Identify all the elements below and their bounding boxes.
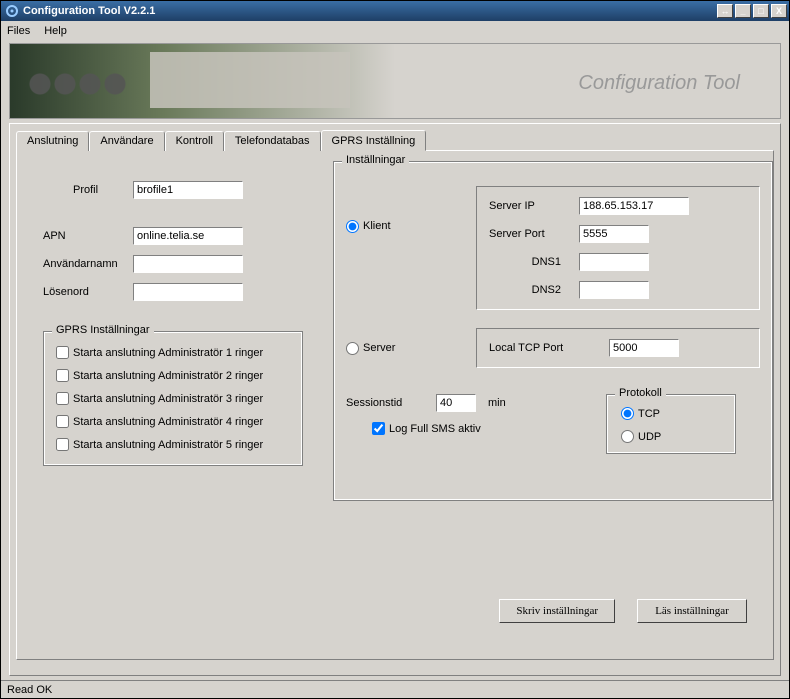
server-ip-label: Server IP <box>489 200 579 212</box>
server-label: Server <box>363 342 395 354</box>
profil-label: Profil <box>73 184 133 196</box>
dns1-input[interactable] <box>579 253 649 271</box>
session-label: Sessionstid <box>346 397 436 409</box>
menubar: Files Help <box>1 21 789 41</box>
gprs-group-title: GPRS Inställningar <box>52 324 154 336</box>
username-label: Användarnamn <box>43 258 133 270</box>
settings-title: Inställningar <box>342 154 409 166</box>
tcp-label: TCP <box>638 408 660 420</box>
dns2-label: DNS2 <box>489 284 579 296</box>
local-port-input[interactable] <box>609 339 679 357</box>
server-box: Server IP Server Port DNS1 DNS2 <box>476 186 760 310</box>
apn-input[interactable] <box>133 227 243 245</box>
admin1-label: Starta anslutning Administratör 1 ringer <box>73 347 263 359</box>
banner-title: Configuration Tool <box>578 72 740 95</box>
admin5-checkbox[interactable] <box>56 438 69 451</box>
admin3-label: Starta anslutning Administratör 3 ringer <box>73 393 263 405</box>
server-port-label: Server Port <box>489 228 579 240</box>
banner-image <box>10 44 370 119</box>
tabpanel-gprs: Profil APN Användarnamn Lösenord GPRS In… <box>16 150 774 660</box>
titlebar: Configuration Tool V2.2.1 ↔ _ □ X <box>1 1 789 21</box>
content: Anslutning Användare Kontroll Telefondat… <box>9 123 781 676</box>
tab-kontroll[interactable]: Kontroll <box>165 131 224 151</box>
maximize-button[interactable]: □ <box>753 4 769 18</box>
write-button[interactable]: Skriv inställningar <box>499 599 615 623</box>
banner: Configuration Tool <box>9 43 781 119</box>
protokoll-groupbox: Protokoll TCP UDP <box>606 394 736 454</box>
server-radio[interactable] <box>346 342 359 355</box>
udp-radio[interactable] <box>621 430 634 443</box>
app-icon <box>5 4 19 18</box>
klient-radio-row[interactable]: Klient <box>346 220 391 232</box>
profil-input[interactable] <box>133 181 243 199</box>
gprs-groupbox: GPRS Inställningar Starta anslutning Adm… <box>43 331 303 466</box>
tab-anvandare[interactable]: Användare <box>89 131 164 151</box>
server-radio-row[interactable]: Server <box>346 342 395 354</box>
session-unit: min <box>488 397 506 409</box>
tab-anslutning[interactable]: Anslutning <box>16 131 89 151</box>
klient-radio[interactable] <box>346 220 359 233</box>
admin4-checkbox[interactable] <box>56 415 69 428</box>
tcp-radio[interactable] <box>621 407 634 420</box>
username-input[interactable] <box>133 255 243 273</box>
resize-button[interactable]: ↔ <box>717 4 733 18</box>
admin3-checkbox[interactable] <box>56 392 69 405</box>
local-port-label: Local TCP Port <box>489 342 609 354</box>
log-sms-checkbox[interactable] <box>372 422 385 435</box>
settings-groupbox: Inställningar Klient Server IP Server Po… <box>333 161 773 501</box>
admin1-checkbox[interactable] <box>56 346 69 359</box>
window-buttons: ↔ _ □ X <box>717 4 787 18</box>
button-row: Skriv inställningar Läs inställningar <box>499 599 747 623</box>
protokoll-title: Protokoll <box>615 387 666 399</box>
server-ip-input[interactable] <box>579 197 689 215</box>
server-port-input[interactable] <box>579 225 649 243</box>
right-column: Inställningar Klient Server IP Server Po… <box>333 161 773 501</box>
menu-help[interactable]: Help <box>44 25 67 37</box>
minimize-button[interactable]: _ <box>735 4 751 18</box>
menu-files[interactable]: Files <box>7 25 30 37</box>
window-title: Configuration Tool V2.2.1 <box>23 5 717 17</box>
read-button[interactable]: Läs inställningar <box>637 599 747 623</box>
session-input[interactable] <box>436 394 476 412</box>
local-port-box: Local TCP Port <box>476 328 760 368</box>
dns2-input[interactable] <box>579 281 649 299</box>
admin5-label: Starta anslutning Administratör 5 ringer <box>73 439 263 451</box>
close-button[interactable]: X <box>771 4 787 18</box>
admin2-label: Starta anslutning Administratör 2 ringer <box>73 370 263 382</box>
tab-telefondatabas[interactable]: Telefondatabas <box>224 131 321 151</box>
log-sms-label: Log Full SMS aktiv <box>389 423 481 435</box>
udp-label: UDP <box>638 431 661 443</box>
admin4-label: Starta anslutning Administratör 4 ringer <box>73 416 263 428</box>
password-input[interactable] <box>133 283 243 301</box>
window: Configuration Tool V2.2.1 ↔ _ □ X Files … <box>0 0 790 699</box>
tab-gprs[interactable]: GPRS Inställning <box>321 130 427 151</box>
status-text: Read OK <box>7 684 52 696</box>
admin2-checkbox[interactable] <box>56 369 69 382</box>
klient-label: Klient <box>363 220 391 232</box>
dns1-label: DNS1 <box>489 256 579 268</box>
tabstrip: Anslutning Användare Kontroll Telefondat… <box>16 131 774 151</box>
password-label: Lösenord <box>43 286 133 298</box>
apn-label: APN <box>43 230 133 242</box>
left-column: Profil APN Användarnamn Lösenord GPRS In… <box>43 181 323 466</box>
statusbar: Read OK <box>1 680 789 698</box>
